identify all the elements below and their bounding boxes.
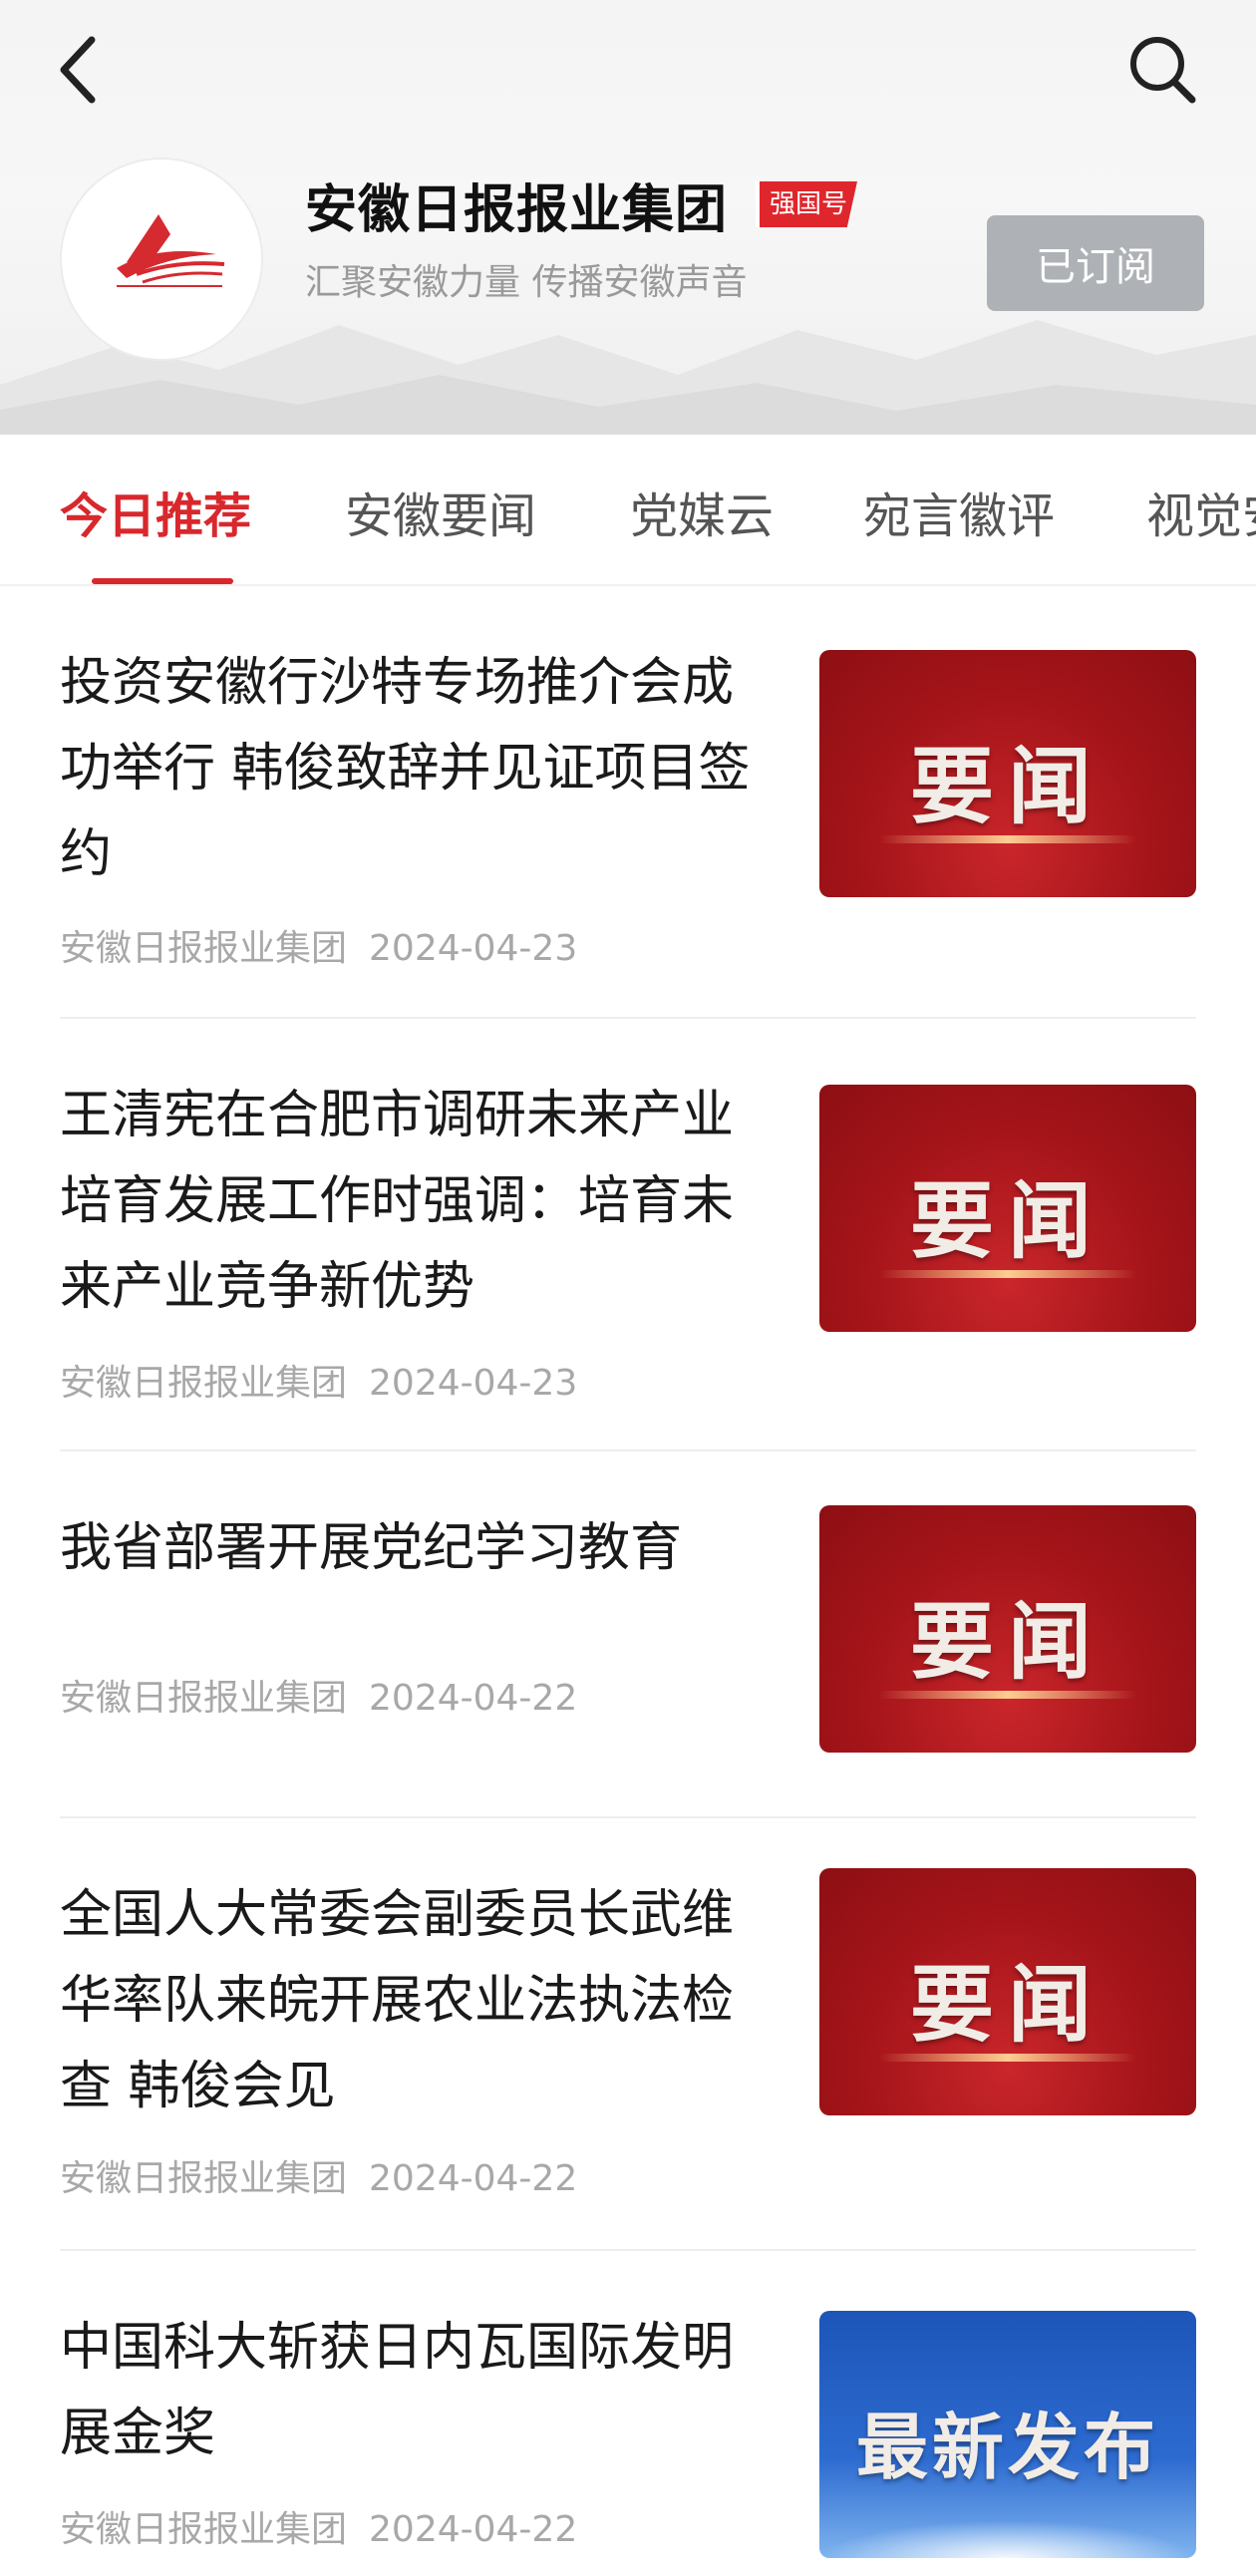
news-item[interactable]: 中国科大斩获日内瓦国际发明展金奖 安徽日报报业集团 2024-04-22 最新发布 [60,2305,1196,2564]
newspaper-logo-icon [117,214,225,287]
news-meta: 安徽日报报业集团 2024-04-22 [60,2149,577,2201]
news-date: 2024-04-23 [369,928,578,969]
news-thumbnail[interactable]: 要闻 [819,1505,1196,1753]
active-tab-indicator [92,578,233,584]
subscribed-button[interactable]: 已订阅 [987,215,1204,311]
news-item[interactable]: 投资安徽行沙特专场推介会成功举行 韩俊致辞并见证项目签约 安徽日报报业集团 202… [60,640,1196,969]
news-meta: 安徽日报报业集团 2024-04-23 [60,1354,577,1406]
tab-commentary[interactable]: 宛言徽评 [863,477,1055,546]
thumbnail-label: 最新发布 [855,2406,1159,2489]
back-button[interactable] [52,30,112,110]
news-date: 2024-04-23 [369,1363,578,1404]
divider [60,1816,1196,1818]
news-title[interactable]: 中国科大斩获日内瓦国际发明展金奖 [60,2305,758,2476]
news-meta: 安徽日报报业集团 2024-04-22 [60,1669,577,1721]
account-logo[interactable] [60,158,263,361]
account-slogan: 汇聚安徽力量 传播安徽声音 [305,262,748,303]
thumbnail-glow [879,2054,1136,2062]
news-thumbnail[interactable]: 最新发布 [819,2311,1196,2558]
news-source: 安徽日报报业集团 [60,2158,348,2199]
divider [60,1449,1196,1451]
tab-today-recommend[interactable]: 今日推荐 [60,477,251,546]
thumbnail-glow [879,1691,1136,1699]
news-date: 2024-04-22 [369,2158,578,2199]
news-item[interactable]: 我省部署开展党纪学习教育 安徽日报报业集团 2024-04-22 要闻 [60,1505,1196,1765]
divider [60,2249,1196,2251]
qiangguo-badge: 强国号 [756,181,857,227]
news-title[interactable]: 投资安徽行沙特专场推介会成功举行 韩俊致辞并见证项目签约 [60,640,758,897]
thumbnail-label: 要闻 [909,738,1105,835]
search-icon [1130,37,1196,104]
news-title[interactable]: 王清宪在合肥市调研未来产业培育发展工作时强调：培育未来产业竞争新优势 [60,1073,758,1330]
thumbnail-glow [879,1270,1136,1278]
news-thumbnail[interactable]: 要闻 [819,1868,1196,2115]
news-date: 2024-04-22 [369,2509,578,2550]
tab-party-media-cloud[interactable]: 党媒云 [630,477,774,546]
tab-visual-anhui[interactable]: 视觉安徽 [1146,477,1256,546]
news-source: 安徽日报报业集团 [60,928,348,969]
news-thumbnail[interactable]: 要闻 [819,650,1196,897]
news-source: 安徽日报报业集团 [60,1363,348,1404]
chevron-left-icon [60,36,96,104]
divider [60,1017,1196,1019]
thumbnail-label: 要闻 [909,1593,1105,1691]
thumbnail-label: 要闻 [909,1172,1105,1270]
thumbnail-label: 要闻 [909,1956,1105,2054]
thumbnail-glow [819,2520,1196,2558]
news-title[interactable]: 全国人大常委会副委员长武维华率队来皖开展农业法执法检查 韩俊会见 [60,1872,758,2129]
news-item[interactable]: 全国人大常委会副委员长武维华率队来皖开展农业法执法检查 韩俊会见 安徽日报报业集… [60,1868,1196,2201]
search-button[interactable] [1124,28,1200,108]
news-meta: 安徽日报报业集团 2024-04-22 [60,2500,577,2552]
news-title[interactable]: 我省部署开展党纪学习教育 [60,1505,758,1591]
news-meta: 安徽日报报业集团 2024-04-23 [60,919,577,971]
news-item[interactable]: 王清宪在合肥市调研未来产业培育发展工作时强调：培育未来产业竞争新优势 安徽日报报… [60,1073,1196,1404]
news-date: 2024-04-22 [369,1678,578,1719]
account-name: 安徽日报报业集团 [305,179,729,240]
account-header: 安徽日报报业集团 强国号 汇聚安徽力量 传播安徽声音 已订阅 [0,0,1256,435]
news-source: 安徽日报报业集团 [60,1678,348,1719]
thumbnail-glow [879,835,1136,843]
tab-anhui-news[interactable]: 安徽要闻 [345,477,536,546]
news-thumbnail[interactable]: 要闻 [819,1085,1196,1332]
news-source: 安徽日报报业集团 [60,2509,348,2550]
channel-tabs: 今日推荐 安徽要闻 党媒云 宛言徽评 视觉安徽 [0,435,1256,586]
